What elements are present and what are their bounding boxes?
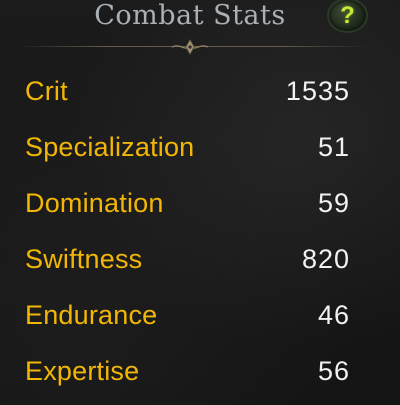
help-button[interactable]: ? [329, 0, 366, 31]
stat-value: 46 [317, 300, 350, 330]
combat-stats-panel: Combat Stats ? Crit 1535 Specialization … [0, 0, 400, 405]
stat-value: 1535 [285, 76, 350, 106]
stat-label: Swiftness [25, 244, 143, 274]
stats-list: Crit 1535 Specialization 51 Domination 5… [0, 63, 400, 399]
ornament-divider-icon [171, 39, 209, 55]
stat-row-crit[interactable]: Crit 1535 [0, 63, 400, 119]
stat-row-expertise[interactable]: Expertise 56 [0, 343, 400, 399]
stat-row-endurance[interactable]: Endurance 46 [0, 287, 400, 343]
panel-title: Combat Stats [94, 0, 286, 31]
stat-value: 56 [317, 356, 350, 386]
panel-header: Combat Stats ? [0, 0, 400, 60]
stat-row-swiftness[interactable]: Swiftness 820 [0, 231, 400, 287]
stat-value: 59 [317, 188, 350, 218]
stat-label: Domination [25, 188, 164, 218]
stat-value: 820 [301, 244, 350, 274]
question-icon: ? [340, 1, 355, 29]
stat-label: Crit [25, 76, 68, 106]
stat-row-specialization[interactable]: Specialization 51 [0, 119, 400, 175]
stat-label: Endurance [25, 300, 158, 330]
stat-label: Specialization [25, 132, 195, 162]
stat-value: 51 [317, 132, 350, 162]
stat-row-domination[interactable]: Domination 59 [0, 175, 400, 231]
stat-label: Expertise [25, 356, 140, 386]
